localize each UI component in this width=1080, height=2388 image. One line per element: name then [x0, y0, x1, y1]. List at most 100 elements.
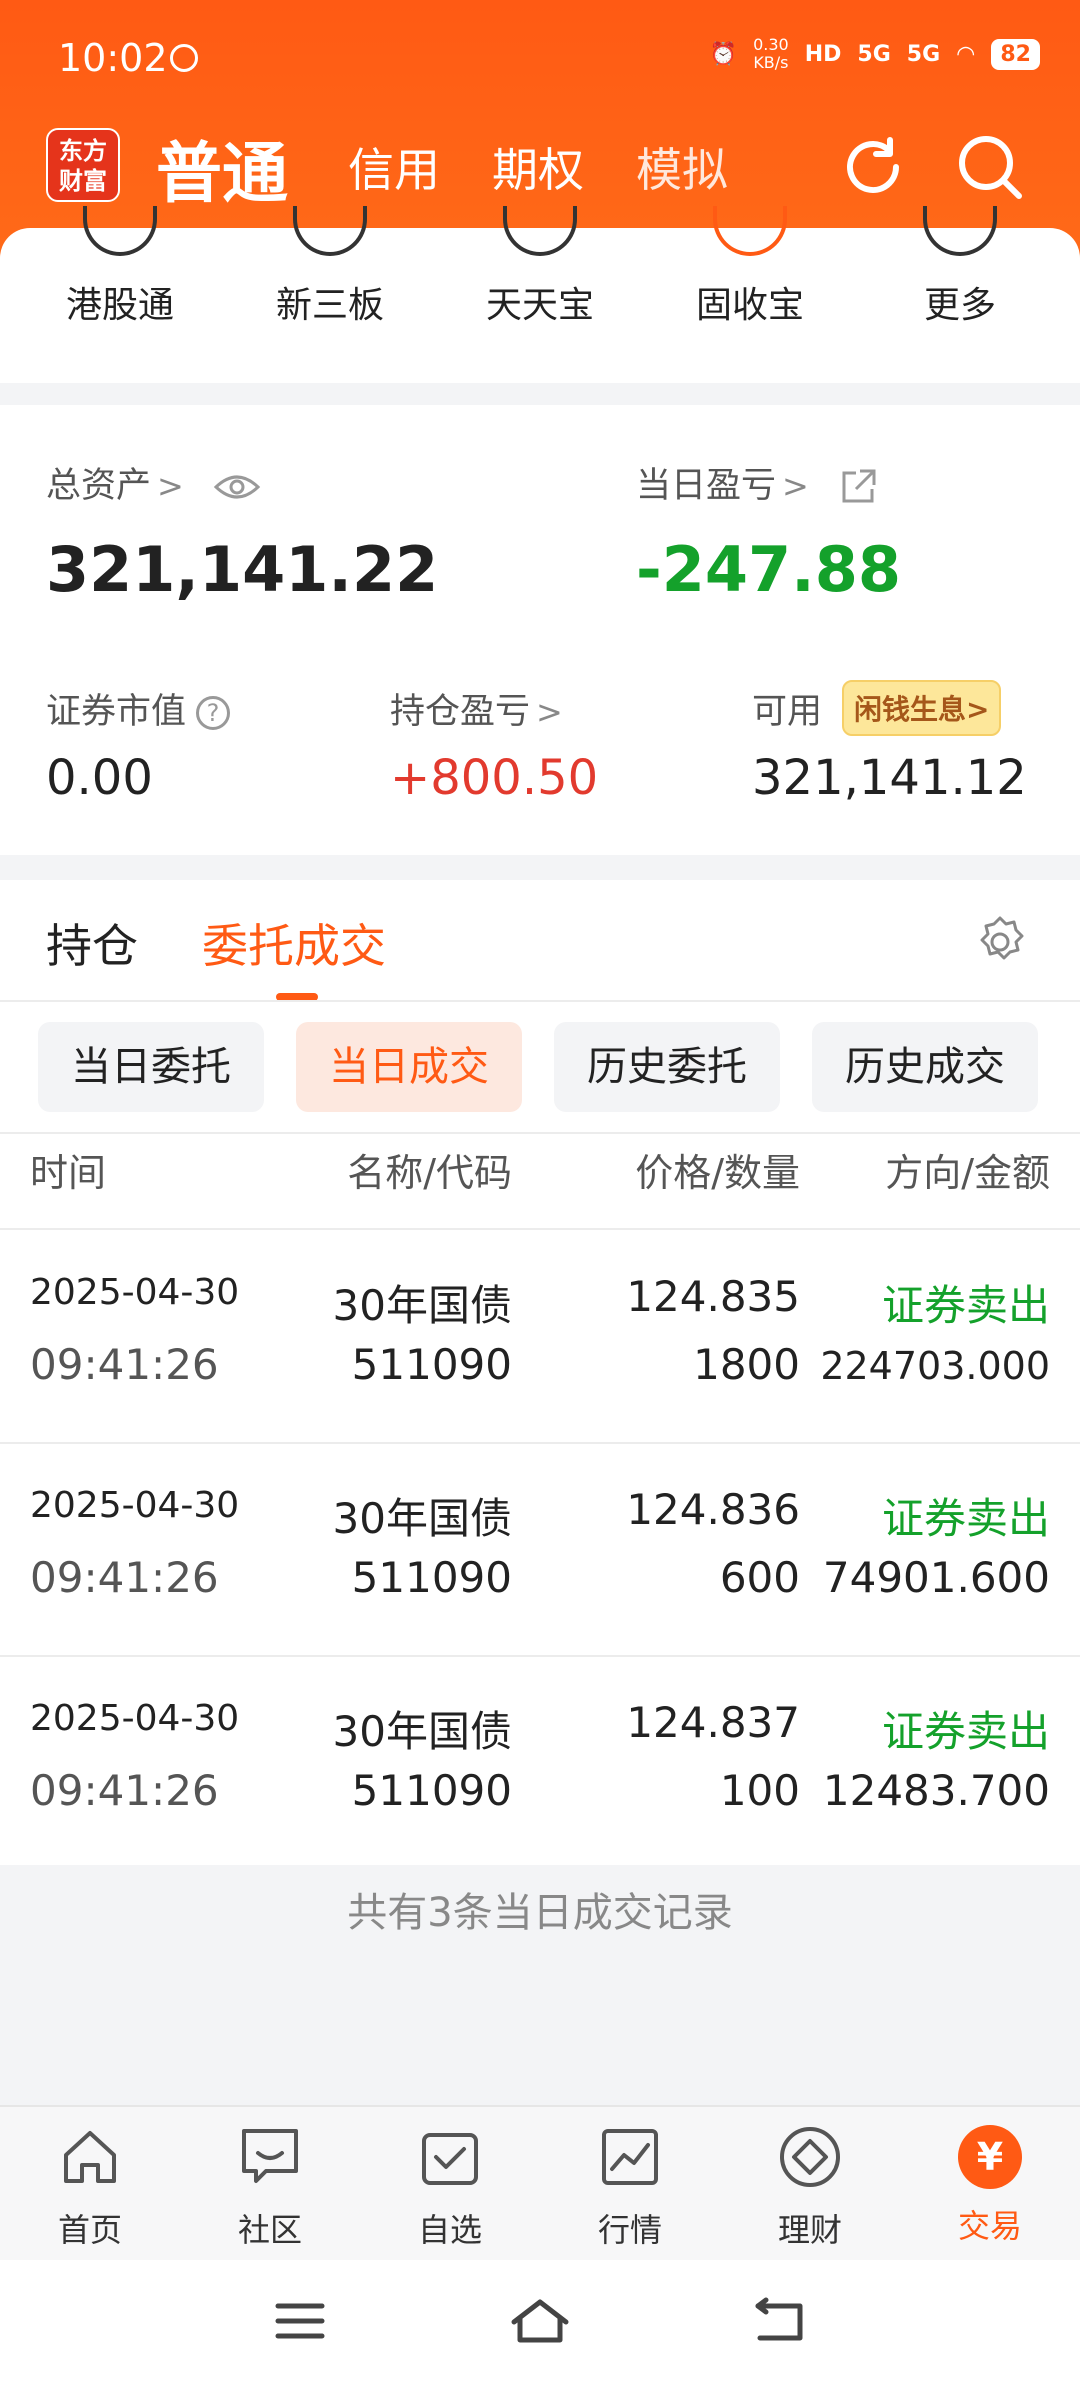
signal-5g-icon-2: 5G	[906, 41, 941, 67]
table-header: 时间 名称/代码 价格/数量 方向/金额	[0, 1132, 1080, 1204]
share-icon[interactable]	[838, 467, 878, 507]
quick-entry-tiantianbao[interactable]: 天天宝	[450, 206, 630, 383]
settings-gear-icon[interactable]	[972, 914, 1028, 970]
nav-tab-normal[interactable]: 普通	[156, 120, 288, 216]
subtab-today-orders[interactable]: 当日委托	[38, 1022, 264, 1112]
idle-cash-badge[interactable]: 闲钱生息>	[842, 680, 1002, 736]
alarm-icon: ⏰	[709, 41, 738, 67]
position-pl-value: +800.50	[390, 750, 599, 806]
bottom-nav-market[interactable]: 行情	[540, 2125, 720, 2251]
row-name: 30年国债	[332, 1494, 512, 1543]
table-row[interactable]: 2025-04-30 09:41:26 30年国债 511090 124.835…	[0, 1230, 1080, 1442]
row-name: 30年国债	[332, 1707, 512, 1756]
header-name-code: 名称/代码	[347, 1151, 512, 1195]
subtab-today-trades[interactable]: 当日成交	[296, 1022, 522, 1112]
bottom-nav-trade[interactable]: ¥ 交易	[900, 2125, 1080, 2247]
menu-icon[interactable]	[270, 2296, 330, 2346]
row-name: 30年国债	[332, 1281, 512, 1330]
status-bar: 10:02 ⏰ 0.30 KB/s HD 5G 5G ◠ 82	[0, 0, 1080, 110]
nav-tab-simulation[interactable]: 模拟	[636, 134, 728, 200]
row-date: 2025-04-30	[30, 1698, 240, 1739]
nav-tab-options[interactable]: 期权	[492, 134, 584, 200]
back-icon[interactable]	[750, 2296, 810, 2346]
quick-entry-neeq[interactable]: 新三板	[240, 206, 420, 383]
header-price-qty: 价格/数量	[635, 1151, 800, 1195]
row-direction: 证券卖出	[881, 1281, 1050, 1330]
table-row[interactable]: 2025-04-30 09:41:26 30年国债 511090 124.836…	[0, 1443, 1080, 1655]
quick-entry-hk-connect[interactable]: 港股通	[30, 206, 210, 383]
battery-icon: 82	[991, 38, 1040, 70]
available-label: 可用	[752, 692, 823, 732]
row-code: 511090	[351, 1340, 512, 1389]
subtab-history-trades[interactable]: 历史成交	[812, 1022, 1038, 1112]
row-price: 124.837	[626, 1698, 800, 1747]
market-value: 0.00	[46, 750, 153, 806]
app-logo: 东方 财富	[46, 128, 120, 202]
bottom-nav-home[interactable]: 首页	[0, 2125, 180, 2251]
row-time: 09:41:26	[30, 1766, 219, 1815]
position-pl-label[interactable]: 持仓盈亏 >	[390, 683, 563, 734]
row-qty: 1800	[693, 1340, 800, 1389]
quick-entry-more[interactable]: 更多	[870, 206, 1050, 383]
market-value-label: 证券市值?	[46, 683, 231, 734]
row-qty: 100	[719, 1766, 800, 1815]
tab-positions[interactable]: 持仓	[46, 910, 138, 976]
tab-orders-trades[interactable]: 委托成交	[202, 910, 386, 976]
row-time: 09:41:26	[30, 1340, 219, 1389]
help-icon[interactable]: ?	[196, 696, 231, 730]
refresh-icon[interactable]	[838, 132, 908, 202]
orders-section: 持仓 委托成交 当日委托 当日成交 历史委托 历史成交 时间 名称/代码 价格/…	[0, 880, 1080, 1865]
assets-card: 总资产 > 321,141.22 当日盈亏 > -247.88 证券市值? 0.00…	[0, 405, 1080, 855]
bottom-nav-wealth[interactable]: 理财	[720, 2125, 900, 2251]
status-icons: ⏰ 0.30 KB/s HD 5G 5G ◠ 82	[710, 36, 1040, 72]
chart-icon	[602, 2129, 658, 2185]
row-amount: 12483.700	[822, 1766, 1050, 1815]
nav-tab-credit[interactable]: 信用	[348, 134, 440, 200]
row-amount: 224703.000	[820, 1344, 1050, 1388]
daily-pl-label[interactable]: 当日盈亏 >	[636, 457, 878, 508]
checkbox-icon	[422, 2133, 478, 2185]
bottom-nav: 首页 社区 自选 行情 理财 ¥ 交易	[0, 2105, 1080, 2260]
quick-entry-fixed-income[interactable]: 固收宝	[660, 206, 840, 383]
total-assets-label[interactable]: 总资产 >	[46, 457, 261, 508]
home-nav-icon[interactable]	[510, 2296, 570, 2346]
tiantianbao-icon	[503, 206, 577, 256]
daily-pl-value: -247.88	[636, 533, 901, 606]
record-count-note: 共有3条当日成交记录	[347, 1890, 733, 1936]
hk-connect-icon	[83, 206, 157, 256]
subtab-history-orders[interactable]: 历史委托	[554, 1022, 780, 1112]
row-qty: 600	[719, 1553, 800, 1602]
table-row[interactable]: 2025-04-30 09:41:26 30年国债 511090 124.837…	[0, 1656, 1080, 1868]
status-time: 10:02	[58, 36, 168, 80]
quick-entry-bar: 港股通 新三板 天天宝 固收宝 更多	[0, 206, 1080, 383]
chat-icon	[242, 2129, 298, 2183]
signal-5g-icon-1: 5G	[857, 41, 891, 67]
divider	[0, 1000, 1080, 1002]
home-icon	[64, 2131, 116, 2183]
row-price: 124.835	[626, 1272, 800, 1321]
eye-icon[interactable]	[213, 472, 261, 502]
header-time: 时间	[30, 1151, 107, 1195]
fixed-income-icon	[713, 206, 787, 256]
yuan-icon: ¥	[958, 2125, 1022, 2189]
system-nav-bar	[0, 2260, 1080, 2388]
row-amount: 74901.600	[822, 1553, 1050, 1602]
search-icon[interactable]	[955, 132, 1025, 202]
row-direction: 证券卖出	[881, 1494, 1050, 1543]
wifi-icon: ◠	[956, 41, 976, 67]
neeq-icon	[293, 206, 367, 256]
row-code: 511090	[351, 1553, 512, 1602]
bottom-nav-watchlist[interactable]: 自选	[360, 2125, 540, 2251]
bottom-nav-community[interactable]: 社区	[180, 2125, 360, 2251]
net-speed: 0.30 KB/s	[753, 35, 789, 72]
row-code: 511090	[351, 1766, 512, 1815]
chevron-right-icon: >	[782, 467, 809, 505]
row-date: 2025-04-30	[30, 1485, 240, 1526]
row-direction: 证券卖出	[881, 1707, 1050, 1756]
header-direction-amount: 方向/金额	[885, 1151, 1050, 1195]
chevron-right-icon: >	[157, 467, 184, 505]
total-assets-value: 321,141.22	[46, 533, 439, 606]
more-icon	[923, 206, 997, 256]
chevron-right-icon: >	[536, 693, 563, 731]
notification-icon	[170, 44, 198, 72]
